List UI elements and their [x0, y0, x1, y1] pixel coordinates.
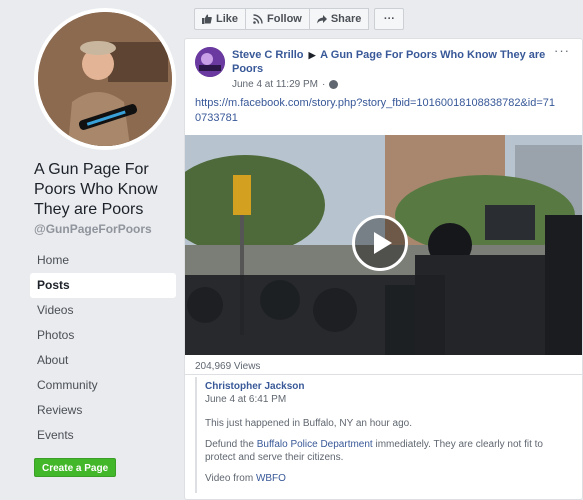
shared-text-line2-pre: Defund the [205, 439, 257, 450]
post-header: Steve C Rrillo ▶ A Gun Page For Poors Wh… [232, 48, 552, 76]
nav-item-posts[interactable]: Posts [30, 273, 176, 298]
nav-item-videos[interactable]: Videos [30, 298, 176, 323]
page-action-bar: Like Follow Share ··· [194, 8, 405, 30]
shared-text-line3: Video from WBFO [205, 472, 565, 485]
follow-button[interactable]: Follow [245, 8, 310, 30]
shared-author-link[interactable]: Christopher Jackson [205, 381, 304, 392]
globe-icon [329, 80, 339, 89]
more-options-button[interactable]: ··· [374, 8, 405, 30]
avatar-illustration [38, 12, 172, 146]
nav-item-community[interactable]: Community [30, 373, 176, 398]
caret-right-icon: ▶ [308, 50, 316, 60]
like-button[interactable]: Like [194, 8, 247, 30]
post-time-link[interactable]: June 4 at 11:29 PM [232, 79, 318, 90]
post-author-link[interactable]: Steve C Rrillo [232, 49, 304, 61]
page-sidebar: A Gun Page For Poors Who Know They are P… [0, 0, 186, 500]
nav-item-about[interactable]: About [30, 348, 176, 373]
share-button[interactable]: Share [308, 8, 370, 30]
follow-label: Follow [267, 13, 302, 25]
share-arrow-icon [316, 15, 327, 24]
like-label: Like [216, 13, 239, 25]
thumbs-up-icon [202, 14, 212, 24]
play-button[interactable] [352, 215, 408, 271]
shared-text-line1: This just happened in Buffalo, NY an hou… [205, 418, 412, 429]
page-handle[interactable]: @GunPageForPoors [34, 222, 152, 236]
avatar-graphic [195, 47, 225, 77]
buffalo-pd-link[interactable]: Buffalo Police Department [257, 439, 373, 450]
page-avatar-image [38, 12, 172, 146]
create-page-button[interactable]: Create a Page [34, 458, 117, 477]
divider [185, 374, 582, 375]
wbfo-link[interactable]: WBFO [256, 473, 286, 484]
post-url-link[interactable]: https://m.facebook.com/story.php?story_f… [195, 96, 555, 126]
rss-icon [253, 14, 263, 24]
shared-timestamp[interactable]: June 4 at 6:41 PM [205, 394, 286, 405]
play-icon [373, 232, 392, 254]
nav-item-reviews[interactable]: Reviews [30, 398, 176, 423]
page-profile-picture[interactable] [34, 8, 176, 150]
nav-item-photos[interactable]: Photos [30, 323, 176, 348]
video-from-label: Video from [205, 473, 256, 484]
page-nav: Home Posts Videos Photos About Community… [30, 248, 176, 448]
share-label: Share [330, 13, 362, 25]
page-title[interactable]: A Gun Page For Poors Who Know They are P… [34, 160, 184, 220]
shared-text-line2: Defund the Buffalo Police Department imm… [205, 438, 565, 464]
post-timestamp: June 4 at 11:29 PM · [232, 79, 339, 90]
nav-item-home[interactable]: Home [30, 248, 176, 273]
author-avatar[interactable] [195, 47, 225, 77]
post-card: Steve C Rrillo ▶ A Gun Page For Poors Wh… [184, 38, 583, 500]
video-player[interactable] [185, 135, 582, 355]
post-options-icon[interactable]: ··· [554, 43, 570, 58]
nav-item-events[interactable]: Events [30, 423, 176, 448]
separator-dot: · [321, 79, 326, 90]
shared-post: Christopher Jackson June 4 at 6:41 PM Th… [195, 377, 581, 493]
view-count: 204,969 Views [195, 361, 261, 372]
